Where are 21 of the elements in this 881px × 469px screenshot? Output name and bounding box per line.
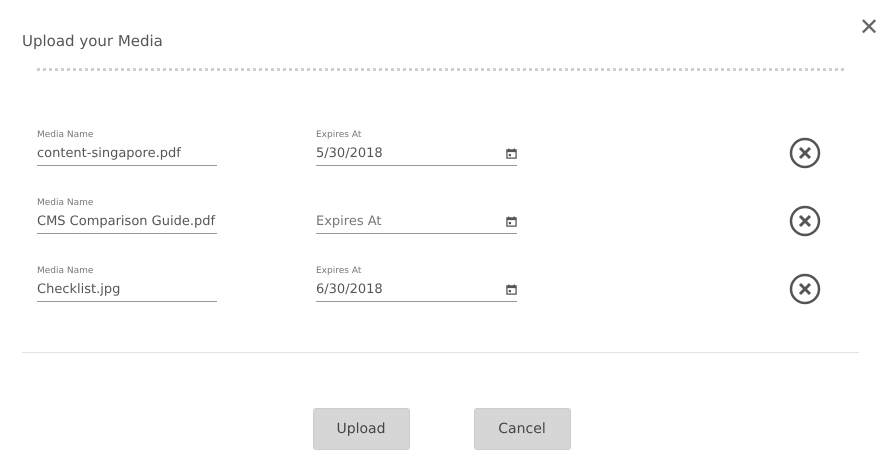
date-field[interactable]: Expires At — [316, 212, 517, 234]
remove-button[interactable] — [789, 137, 821, 169]
calendar-icon[interactable] — [506, 284, 517, 295]
media-name-field[interactable]: CMS Comparison Guide.pdf — [37, 212, 217, 234]
remove-button[interactable] — [789, 205, 821, 237]
field-label: Expires At — [316, 265, 362, 277]
date-field[interactable]: 5/30/2018 — [316, 144, 517, 166]
media-name-field[interactable]: content-singapore.pdf — [37, 144, 217, 166]
upload-button[interactable]: Upload — [312, 408, 410, 450]
field-label: Media Name — [37, 129, 94, 141]
dialog-title: Upload your Media — [22, 32, 163, 50]
remove-button[interactable] — [789, 273, 821, 305]
field-label: Media Name — [37, 197, 94, 209]
date-field[interactable]: 6/30/2018 — [316, 280, 517, 302]
calendar-icon[interactable] — [506, 216, 517, 227]
calendar-icon[interactable] — [506, 148, 517, 159]
close-button[interactable]: ✕ — [859, 14, 880, 40]
cancel-button[interactable]: Cancel — [474, 408, 570, 450]
field-label: Media Name — [37, 265, 94, 277]
media-name-field[interactable]: Checklist.jpg — [37, 280, 217, 302]
field-label: Expires At — [316, 129, 362, 141]
